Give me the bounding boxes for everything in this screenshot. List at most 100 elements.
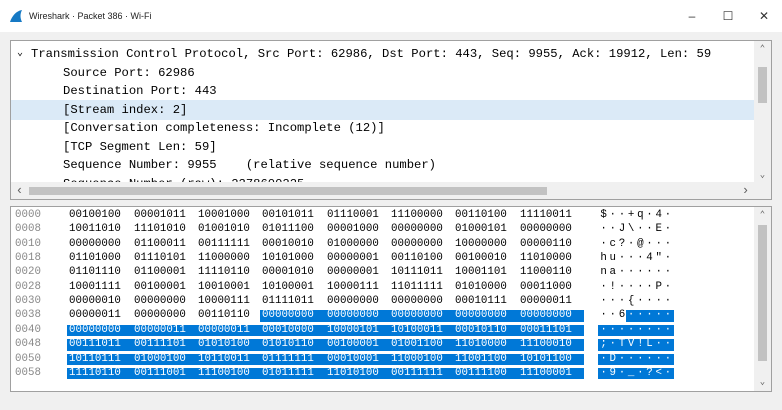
byte-binary[interactable]: 00001011: [133, 209, 187, 222]
byte-binary[interactable]: 01001100: [390, 339, 444, 351]
byte-binary[interactable]: 00110100: [390, 252, 444, 265]
byte-binary[interactable]: 10001101: [454, 267, 508, 279]
byte-binary[interactable]: 00100010: [454, 252, 508, 265]
byte-binary[interactable]: 01001010: [197, 224, 251, 236]
byte-binary[interactable]: 00010111: [454, 295, 508, 308]
byte-binary[interactable]: 11110110: [197, 267, 251, 279]
byte-binary[interactable]: 00010001: [326, 353, 380, 366]
byte-binary[interactable]: 11100000: [390, 209, 444, 222]
byte-binary[interactable]: 01100011: [133, 238, 187, 251]
byte-binary[interactable]: 00100100: [68, 209, 122, 222]
byte-binary[interactable]: 10100011: [390, 324, 444, 337]
byte-binary[interactable]: 10011010: [68, 224, 122, 236]
byte-binary[interactable]: 01000000: [326, 238, 380, 251]
details-vertical-scrollbar[interactable]: ⌃ ⌄: [754, 41, 771, 183]
scroll-right-icon[interactable]: ›: [737, 182, 754, 199]
byte-binary[interactable]: 11100010: [519, 339, 573, 351]
byte-ascii[interactable]: ·! · · · · P ·: [599, 281, 673, 294]
packet-details-tree[interactable]: ⌄ Transmission Control Protocol, Src Port…: [10, 40, 772, 200]
byte-binary[interactable]: 11000110: [519, 267, 573, 279]
byte-binary[interactable]: 00111111: [197, 238, 251, 251]
byte-ascii[interactable]: · 9 · _ ·? < ·: [599, 367, 673, 380]
bytes-vertical-scrollbar[interactable]: ⌃ ⌄: [754, 207, 771, 391]
byte-binary[interactable]: 00101011: [261, 209, 315, 222]
scroll-down-icon[interactable]: ⌄: [754, 374, 771, 391]
byte-binary[interactable]: 00011101: [519, 324, 573, 337]
byte-binary[interactable]: 11101010: [133, 224, 187, 236]
byte-binary[interactable]: 00000000: [68, 324, 122, 337]
byte-ascii[interactable]: · D · · · · · ·: [599, 353, 673, 366]
byte-binary[interactable]: 01011111: [261, 367, 315, 380]
tree-field[interactable]: [Conversation completeness: Incomplete (…: [11, 118, 754, 138]
expand-chevron-icon[interactable]: ⌄: [14, 44, 26, 64]
byte-binary[interactable]: 11100001: [519, 367, 573, 380]
byte-binary[interactable]: 00000011: [133, 324, 187, 337]
byte-binary[interactable]: 00000000: [261, 310, 315, 322]
maximize-button[interactable]: ☐: [710, 0, 746, 32]
byte-binary[interactable]: 00010110: [454, 324, 508, 337]
scroll-left-icon[interactable]: ‹: [11, 182, 28, 199]
byte-ascii[interactable]: ; · T V! L · ·: [599, 339, 673, 351]
byte-binary[interactable]: 00000000: [390, 310, 444, 322]
scroll-thumb[interactable]: [758, 67, 767, 103]
byte-binary[interactable]: 01111011: [261, 295, 315, 308]
byte-binary[interactable]: 00000000: [133, 310, 187, 322]
byte-ascii[interactable]: h u · · · 4 " ·: [599, 252, 673, 265]
byte-binary[interactable]: 01010000: [454, 281, 508, 294]
byte-binary[interactable]: 11110110: [68, 367, 122, 380]
byte-binary[interactable]: 00011000: [519, 281, 573, 294]
byte-binary[interactable]: 00000000: [326, 295, 380, 308]
byte-binary[interactable]: 00000000: [390, 238, 444, 251]
byte-binary[interactable]: 10000111: [326, 281, 380, 294]
byte-binary[interactable]: 10010001: [197, 281, 251, 294]
byte-binary[interactable]: 00001000: [326, 224, 380, 236]
tree-field[interactable]: Destination Port: 443: [11, 81, 754, 101]
minimize-button[interactable]: –: [674, 0, 710, 32]
close-button[interactable]: ✕: [746, 0, 782, 32]
byte-binary[interactable]: 11001100: [454, 353, 508, 366]
byte-binary[interactable]: 11000000: [197, 252, 251, 265]
byte-binary[interactable]: 00100001: [133, 281, 187, 294]
tree-field[interactable]: [TCP Segment Len: 59]: [11, 137, 754, 157]
tree-node-tcp[interactable]: ⌄ Transmission Control Protocol, Src Port…: [11, 44, 754, 64]
byte-binary[interactable]: 10000000: [454, 238, 508, 251]
byte-binary[interactable]: 01110101: [133, 252, 187, 265]
byte-binary[interactable]: 00000010: [68, 295, 122, 308]
byte-binary[interactable]: 01110001: [326, 209, 380, 222]
byte-ascii[interactable]: · · J \ · · E ·: [599, 224, 673, 236]
tree-field[interactable]: Sequence Number: 9955 (relative sequence…: [11, 155, 754, 175]
byte-binary[interactable]: 00010000: [261, 324, 315, 337]
byte-binary[interactable]: 01101000: [68, 252, 122, 265]
byte-binary[interactable]: 01101110: [68, 267, 122, 279]
byte-binary[interactable]: 10001111: [68, 281, 122, 294]
byte-binary[interactable]: 00001010: [261, 267, 315, 279]
byte-binary[interactable]: 00000011: [197, 324, 251, 337]
byte-ascii[interactable]: n a · · · · · ·: [599, 267, 673, 279]
byte-binary[interactable]: 10000111: [197, 295, 251, 308]
tree-field[interactable]: Source Port: 62986: [11, 63, 754, 83]
byte-binary[interactable]: 01010110: [261, 339, 315, 351]
byte-binary[interactable]: 11010000: [519, 252, 573, 265]
byte-binary[interactable]: 00110110: [197, 310, 251, 322]
byte-binary[interactable]: 00100001: [326, 339, 380, 351]
byte-ascii[interactable]: · · 6 · · · · ·: [599, 310, 673, 322]
byte-binary[interactable]: 10110011: [197, 353, 251, 366]
byte-binary[interactable]: 00000000: [454, 310, 508, 322]
byte-binary[interactable]: 11000100: [390, 353, 444, 366]
tree-field[interactable]: [Stream index: 2]: [11, 99, 754, 120]
byte-binary[interactable]: 11011111: [390, 281, 444, 294]
byte-binary[interactable]: 10110111: [68, 353, 122, 366]
scroll-up-icon[interactable]: ⌃: [754, 41, 771, 58]
byte-binary[interactable]: 00000000: [519, 224, 573, 236]
byte-binary[interactable]: 10100001: [261, 281, 315, 294]
byte-ascii[interactable]: · · ·{· · · ·: [599, 295, 673, 308]
byte-binary[interactable]: 00000011: [68, 310, 122, 322]
details-horizontal-scrollbar[interactable]: ‹ ›: [11, 182, 771, 199]
byte-binary[interactable]: 11110011: [519, 209, 573, 222]
byte-ascii[interactable]: · · · · · · · ·: [599, 324, 673, 337]
byte-binary[interactable]: 00010010: [261, 238, 315, 251]
byte-binary[interactable]: 01100001: [133, 267, 187, 279]
byte-binary[interactable]: 00000000: [133, 295, 187, 308]
byte-binary[interactable]: 00111101: [133, 339, 187, 351]
byte-binary[interactable]: 01011100: [261, 224, 315, 236]
